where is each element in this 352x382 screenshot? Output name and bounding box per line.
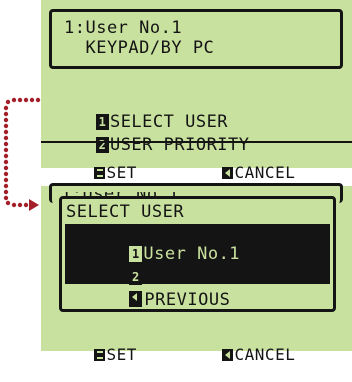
arrow-head-icon [29,199,39,211]
connector-dots [3,97,41,208]
flow-connector-arrow [3,97,41,211]
